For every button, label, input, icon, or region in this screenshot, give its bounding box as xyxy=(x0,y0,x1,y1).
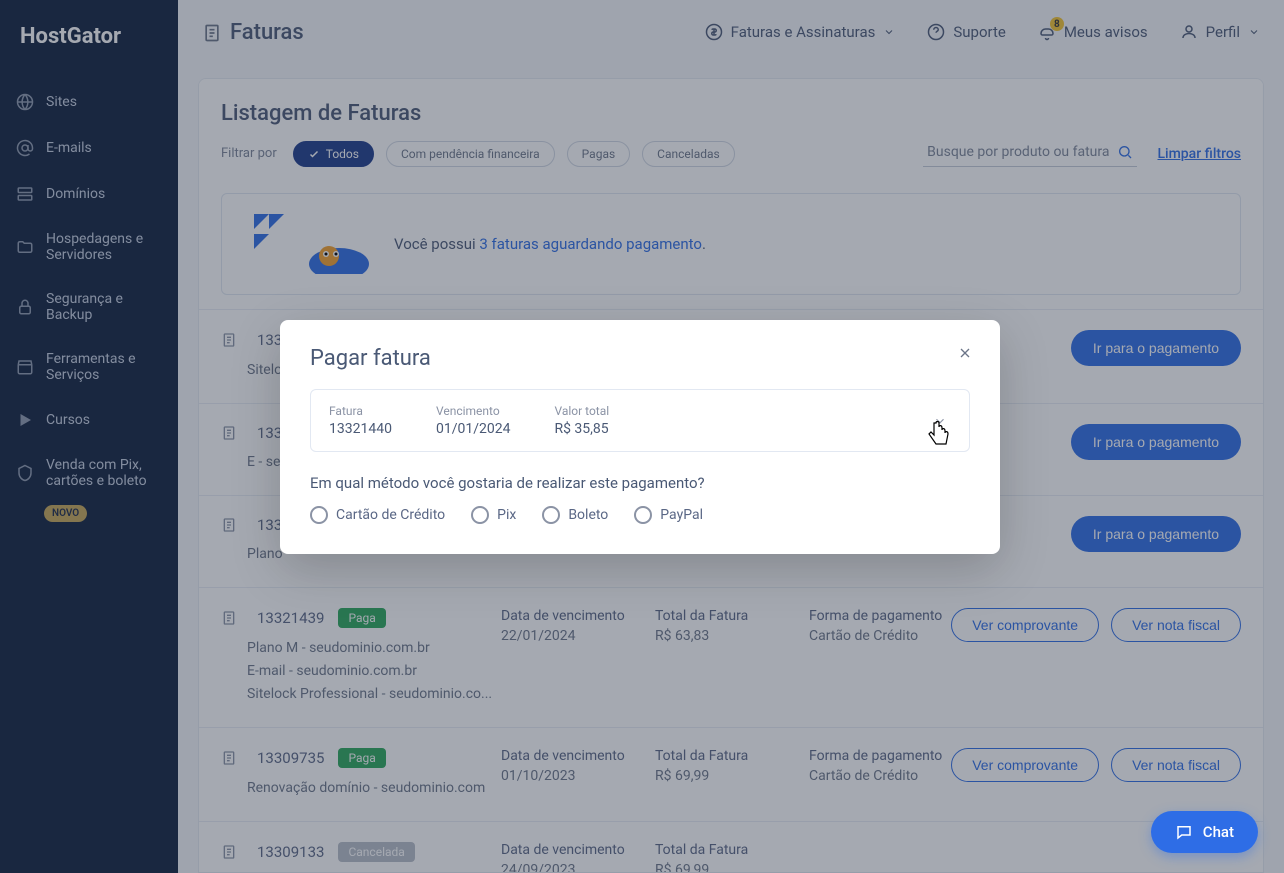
modal-close-button[interactable] xyxy=(954,342,976,364)
radio-cartao[interactable]: Cartão de Crédito xyxy=(310,506,445,524)
radio-boleto[interactable]: Boleto xyxy=(542,506,608,524)
modal-label-fatura: Fatura xyxy=(329,404,392,418)
radio-label: Pix xyxy=(497,507,516,523)
invoice-summary-card[interactable]: Fatura 13321440 Vencimento 01/01/2024 Va… xyxy=(310,389,970,452)
modal-label-venc: Vencimento xyxy=(436,404,511,418)
modal-value-venc: 01/01/2024 xyxy=(436,421,511,437)
close-icon xyxy=(957,345,973,361)
radio-circle xyxy=(471,506,489,524)
radio-label: Cartão de Crédito xyxy=(336,507,445,523)
radio-label: Boleto xyxy=(568,507,608,523)
modal-value-fatura: 13321440 xyxy=(329,421,392,437)
modal-label-valor: Valor total xyxy=(554,404,609,418)
chat-label: Chat xyxy=(1203,823,1234,841)
chevron-down-icon xyxy=(933,414,947,428)
modal-title: Pagar fatura xyxy=(310,346,970,371)
modal-value-valor: R$ 35,85 xyxy=(554,421,609,437)
pay-invoice-modal: Pagar fatura Fatura 13321440 Vencimento … xyxy=(280,320,1000,554)
radio-label: PayPal xyxy=(660,507,703,523)
radio-pix[interactable]: Pix xyxy=(471,506,516,524)
radio-paypal[interactable]: PayPal xyxy=(634,506,703,524)
radio-circle xyxy=(542,506,560,524)
radio-circle xyxy=(310,506,328,524)
radio-circle xyxy=(634,506,652,524)
chat-icon xyxy=(1175,823,1193,841)
payment-method-question: Em qual método você gostaria de realizar… xyxy=(310,474,970,492)
chat-button[interactable]: Chat xyxy=(1151,811,1258,853)
